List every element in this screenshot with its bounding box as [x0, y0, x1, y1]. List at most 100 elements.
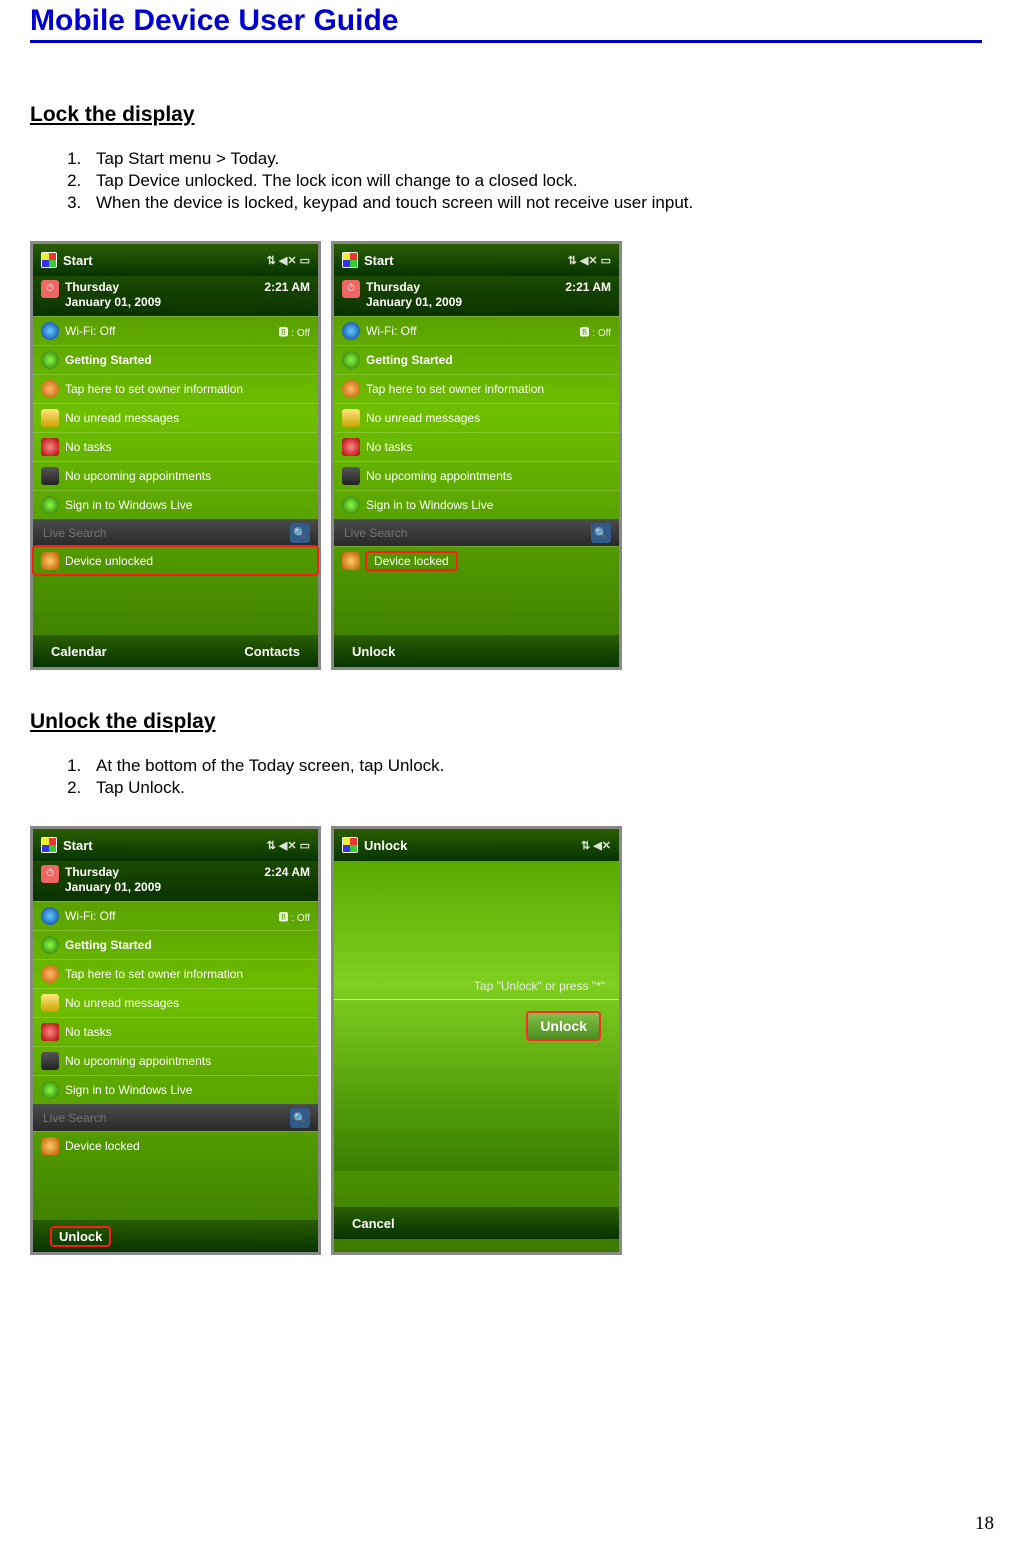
- device-lock-row[interactable]: Device locked: [33, 1131, 318, 1160]
- status-icons[interactable]: ⇅ ◀✕ ▭: [568, 254, 611, 267]
- getting-started-icon: [41, 936, 59, 954]
- live-search-input[interactable]: [342, 525, 546, 541]
- live-icon: [41, 496, 59, 514]
- time-label: 2:21 AM: [565, 280, 611, 294]
- lock-steps: Tap Start menu > Today. Tap Device unloc…: [30, 149, 982, 213]
- softkey-calendar[interactable]: Calendar: [51, 644, 107, 659]
- search-icon[interactable]: 🔍: [591, 523, 611, 543]
- unlock-button[interactable]: Unlock: [526, 1011, 601, 1041]
- section-heading-unlock: Unlock the display: [30, 710, 982, 734]
- softkey-cancel[interactable]: Cancel: [352, 1216, 395, 1231]
- mail-icon: [41, 409, 59, 427]
- softkey-contacts[interactable]: Contacts: [244, 644, 300, 659]
- tasks-row[interactable]: No tasks: [33, 432, 318, 461]
- appointments-row[interactable]: No upcoming appointments: [334, 461, 619, 490]
- status-icons[interactable]: ⇅ ◀✕ ▭: [267, 254, 310, 267]
- unlock-hint: Tap "Unlock" or press "*": [474, 979, 605, 993]
- screenshot-unlock-screen: Unlock ⇅ ◀✕ Tap "Unlock" or press "*" Un…: [331, 826, 622, 1255]
- tasks-row[interactable]: No tasks: [334, 432, 619, 461]
- page-number: 18: [975, 1513, 994, 1535]
- live-search-row[interactable]: 🔍: [33, 1104, 318, 1131]
- calendar-icon: [41, 467, 59, 485]
- tasks-icon: [342, 438, 360, 456]
- windows-live-row[interactable]: Sign in to Windows Live: [33, 1075, 318, 1104]
- wifi-row[interactable]: Wi-Fi: Off🅱 : Off: [33, 316, 318, 345]
- live-search-input[interactable]: [41, 525, 245, 541]
- live-search-row[interactable]: 🔍: [334, 519, 619, 546]
- start-flag-icon[interactable]: [41, 252, 57, 268]
- wifi-icon: [41, 322, 59, 340]
- start-label[interactable]: Start: [63, 253, 93, 268]
- status-icons[interactable]: ⇅ ◀✕: [581, 839, 611, 852]
- unlock-body: Tap "Unlock" or press "*" Unlock: [334, 861, 619, 1171]
- list-item: Tap Start menu > Today.: [86, 149, 982, 169]
- soft-key-bar: Unlock: [334, 635, 619, 667]
- messages-row[interactable]: No unread messages: [33, 988, 318, 1017]
- owner-info-row[interactable]: Tap here to set owner information: [334, 374, 619, 403]
- soft-key-bar: Calendar Contacts: [33, 635, 318, 667]
- getting-started-icon: [41, 351, 59, 369]
- getting-started-row[interactable]: Getting Started: [33, 345, 318, 374]
- lock-icon: [41, 1137, 59, 1155]
- device-lock-row[interactable]: Device unlocked: [33, 546, 318, 575]
- getting-started-row[interactable]: Getting Started: [334, 345, 619, 374]
- search-icon[interactable]: 🔍: [290, 523, 310, 543]
- getting-started-icon: [342, 351, 360, 369]
- title-bar[interactable]: Start ⇅ ◀✕ ▭: [33, 829, 318, 861]
- calendar-icon: [41, 1052, 59, 1070]
- wifi-row[interactable]: Wi-Fi: Off🅱 : Off: [33, 901, 318, 930]
- messages-row[interactable]: No unread messages: [334, 403, 619, 432]
- soft-key-bar: Cancel: [334, 1207, 619, 1239]
- getting-started-row[interactable]: Getting Started: [33, 930, 318, 959]
- date-row[interactable]: ⏱ ThursdayJanuary 01, 2009 2:21 AM: [33, 276, 318, 316]
- unlock-icon: [41, 552, 59, 570]
- tasks-icon: [41, 1023, 59, 1041]
- calendar-icon: [342, 467, 360, 485]
- messages-row[interactable]: No unread messages: [33, 403, 318, 432]
- start-label[interactable]: Start: [364, 253, 394, 268]
- wifi-icon: [41, 907, 59, 925]
- appointments-row[interactable]: No upcoming appointments: [33, 1046, 318, 1075]
- title-bar[interactable]: Start ⇅ ◀✕ ▭: [33, 244, 318, 276]
- start-flag-icon[interactable]: [41, 837, 57, 853]
- date-row[interactable]: ⏱ ThursdayJanuary 01, 2009 2:21 AM: [334, 276, 619, 316]
- unlock-steps: At the bottom of the Today screen, tap U…: [30, 756, 982, 798]
- owner-info-row[interactable]: Tap here to set owner information: [33, 959, 318, 988]
- section-heading-lock: Lock the display: [30, 103, 982, 127]
- appointments-row[interactable]: No upcoming appointments: [33, 461, 318, 490]
- screenshot-row-lock: Start ⇅ ◀✕ ▭ ⏱ ThursdayJanuary 01, 2009 …: [30, 241, 982, 670]
- start-flag-icon[interactable]: [342, 837, 358, 853]
- softkey-unlock[interactable]: Unlock: [352, 644, 395, 659]
- mail-icon: [41, 994, 59, 1012]
- clock-icon: ⏱: [342, 280, 360, 298]
- owner-info-row[interactable]: Tap here to set owner information: [33, 374, 318, 403]
- clock-icon: ⏱: [41, 280, 59, 298]
- list-item: When the device is locked, keypad and to…: [86, 193, 982, 213]
- owner-icon: [41, 965, 59, 983]
- clock-icon: ⏱: [41, 865, 59, 883]
- screenshot-today-locked: Start ⇅ ◀✕ ▭ ⏱ ThursdayJanuary 01, 2009 …: [331, 241, 622, 670]
- owner-icon: [342, 380, 360, 398]
- divider-line: [334, 999, 619, 1000]
- start-flag-icon[interactable]: [342, 252, 358, 268]
- live-search-input[interactable]: [41, 1110, 245, 1126]
- date-row[interactable]: ⏱ ThursdayJanuary 01, 2009 2:24 AM: [33, 861, 318, 901]
- title-bar[interactable]: Start ⇅ ◀✕ ▭: [334, 244, 619, 276]
- start-label[interactable]: Start: [63, 838, 93, 853]
- wifi-row[interactable]: Wi-Fi: Off🅱 : Off: [334, 316, 619, 345]
- live-search-row[interactable]: 🔍: [33, 519, 318, 546]
- softkey-unlock[interactable]: Unlock: [51, 1227, 110, 1246]
- status-icons[interactable]: ⇅ ◀✕ ▭: [267, 839, 310, 852]
- device-lock-row[interactable]: Device locked: [334, 546, 619, 575]
- list-item: Tap Unlock.: [86, 778, 982, 798]
- windows-live-row[interactable]: Sign in to Windows Live: [334, 490, 619, 519]
- windows-live-row[interactable]: Sign in to Windows Live: [33, 490, 318, 519]
- search-icon[interactable]: 🔍: [290, 1108, 310, 1128]
- tasks-row[interactable]: No tasks: [33, 1017, 318, 1046]
- owner-icon: [41, 380, 59, 398]
- title-bar[interactable]: Unlock ⇅ ◀✕: [334, 829, 619, 861]
- live-icon: [342, 496, 360, 514]
- wifi-icon: [342, 322, 360, 340]
- page-title: Mobile Device User Guide: [30, 0, 982, 43]
- tasks-icon: [41, 438, 59, 456]
